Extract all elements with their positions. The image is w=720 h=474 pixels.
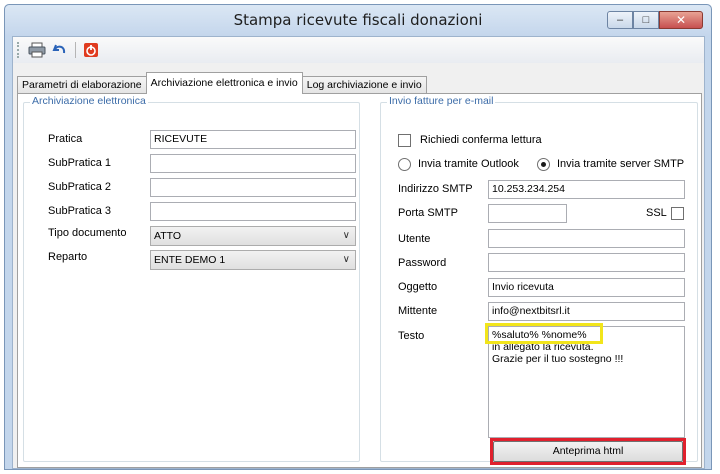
main-window: Stampa ricevute fiscali donazioni – □ ✕	[4, 4, 712, 470]
pratica-label: Pratica	[48, 133, 83, 145]
subpratica1-field[interactable]	[150, 154, 356, 173]
pratica-field[interactable]: RICEVUTE	[150, 130, 356, 149]
maximize-button[interactable]: □	[633, 11, 659, 29]
tipo-documento-value: ATTO	[154, 230, 182, 242]
title-bar[interactable]: Stampa ricevute fiscali donazioni – □ ✕	[5, 5, 711, 36]
tipo-documento-label: Tipo documento	[48, 227, 127, 239]
mittente-field[interactable]: info@nextbitsrl.it	[488, 302, 685, 321]
reparto-dropdown[interactable]: ENTE DEMO 1 ∨	[150, 250, 356, 270]
tab-strip: Parametri di elaborazione Archiviazione …	[17, 72, 427, 94]
subpratica3-label: SubPratica 3	[48, 205, 111, 217]
subpratica2-field[interactable]	[150, 178, 356, 197]
subpratica2-label: SubPratica 2	[48, 181, 111, 193]
password-label: Password	[398, 257, 447, 269]
reparto-value: ENTE DEMO 1	[154, 254, 226, 266]
porta-smtp-field[interactable]	[488, 204, 567, 223]
printer-icon[interactable]	[27, 40, 47, 60]
oggetto-label: Oggetto	[398, 281, 438, 293]
chevron-down-icon: ∨	[342, 230, 350, 241]
utente-field[interactable]	[488, 229, 685, 248]
close-icon: ✕	[675, 13, 687, 27]
tab-archiviazione-invio[interactable]: Archiviazione elettronica e invio	[145, 72, 303, 94]
window-client-area: Parametri di elaborazione Archiviazione …	[12, 36, 705, 469]
tipo-documento-dropdown[interactable]: ATTO ∨	[150, 226, 356, 246]
undo-icon[interactable]	[50, 40, 70, 60]
minimize-icon: –	[616, 13, 624, 26]
window-controls: – □ ✕	[607, 11, 703, 29]
testo-label: Testo	[398, 330, 425, 342]
archiviazione-legend: Archiviazione elettronica	[30, 95, 148, 107]
indirizzo-smtp-label: Indirizzo SMTP	[398, 183, 473, 195]
smtp-server-radio-label: Invia tramite server SMTP	[557, 158, 685, 170]
power-icon[interactable]	[81, 40, 101, 60]
archiviazione-group: Archiviazione elettronica Pratica RICEVU…	[23, 95, 360, 462]
tab-panel: Archiviazione elettronica Pratica RICEVU…	[17, 93, 702, 468]
indirizzo-smtp-field[interactable]: 10.253.234.254	[488, 180, 685, 199]
utente-label: Utente	[398, 233, 431, 245]
richiedi-conferma-label: Richiedi conferma lettura	[420, 134, 542, 146]
minimize-button[interactable]: –	[607, 11, 633, 29]
toolbar-grip[interactable]	[17, 42, 20, 58]
ssl-checkbox[interactable]	[671, 207, 684, 220]
porta-smtp-label: Porta SMTP	[398, 207, 458, 219]
close-button[interactable]: ✕	[659, 11, 703, 29]
toolbar-separator	[75, 42, 76, 58]
outlook-radio[interactable]	[398, 158, 411, 171]
ssl-label: SSL	[646, 207, 667, 219]
reparto-label: Reparto	[48, 251, 88, 263]
subpratica1-label: SubPratica 1	[48, 157, 111, 169]
tab-parametri-elaborazione[interactable]: Parametri di elaborazione	[17, 76, 147, 94]
tab-log-archiviazione[interactable]: Log archiviazione e invio	[301, 76, 427, 94]
toolbar	[13, 37, 704, 63]
window-title: Stampa ricevute fiscali donazioni	[233, 11, 483, 29]
placeholder-highlight	[485, 323, 603, 344]
smtp-server-radio[interactable]	[537, 158, 550, 171]
invio-email-group: Invio fatture per e-mail Richiedi confer…	[380, 95, 698, 465]
outlook-radio-label: Invia tramite Outlook	[418, 158, 519, 170]
chevron-down-icon: ∨	[342, 254, 350, 265]
richiedi-conferma-checkbox[interactable]	[398, 134, 411, 147]
mittente-label: Mittente	[398, 305, 438, 317]
oggetto-field[interactable]: Invio ricevuta	[488, 278, 685, 297]
subpratica3-field[interactable]	[150, 202, 356, 221]
button-highlight	[490, 438, 686, 465]
invio-email-legend: Invio fatture per e-mail	[387, 95, 496, 107]
maximize-icon: □	[642, 13, 650, 26]
password-field[interactable]	[488, 253, 685, 272]
